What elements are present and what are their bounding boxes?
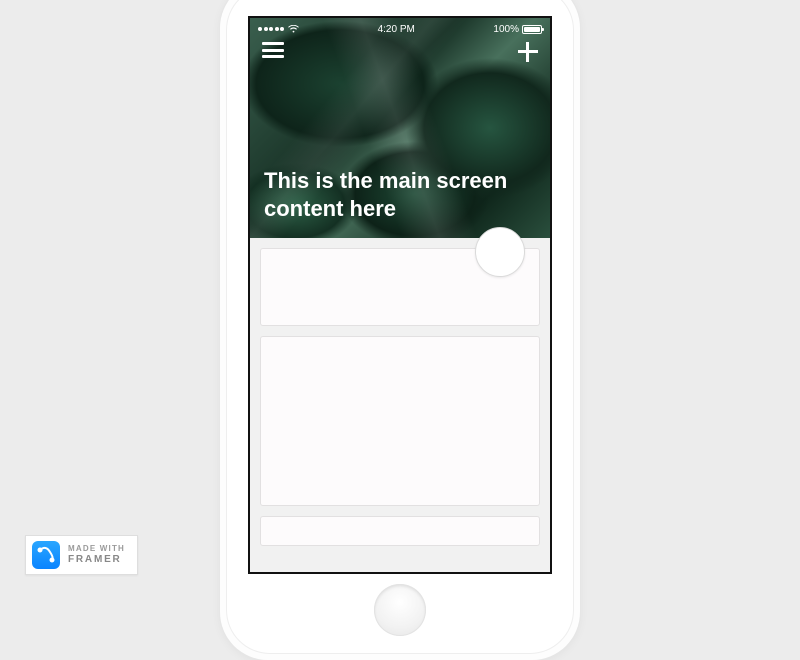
- status-time: 4:20 PM: [378, 24, 415, 35]
- framer-badge[interactable]: MADE WITH FRAMER: [25, 535, 138, 575]
- card[interactable]: [260, 248, 540, 326]
- battery-percent: 100%: [493, 24, 519, 35]
- badge-line2: FRAMER: [68, 554, 125, 565]
- badge-line1: MADE WITH: [68, 545, 125, 554]
- framer-logo-icon: [32, 541, 60, 569]
- phone-frame: 4:20 PM 100% This is the main screen con…: [220, 0, 580, 660]
- home-button[interactable]: [374, 584, 426, 636]
- badge-text: MADE WITH FRAMER: [68, 545, 125, 565]
- wifi-icon: [288, 25, 299, 33]
- fab-button[interactable]: [475, 227, 525, 277]
- status-battery: 100%: [493, 24, 542, 35]
- signal-dots-icon: [258, 27, 284, 31]
- menu-icon[interactable]: [262, 42, 284, 58]
- page-title: This is the main screen content here: [264, 167, 536, 222]
- battery-icon: [522, 25, 542, 34]
- header-hero: This is the main screen content here: [250, 18, 550, 238]
- add-icon[interactable]: [518, 42, 538, 62]
- nav-bar: [250, 42, 550, 62]
- card[interactable]: [260, 516, 540, 546]
- screen: 4:20 PM 100% This is the main screen con…: [248, 16, 552, 574]
- status-left: [258, 25, 299, 33]
- status-bar: 4:20 PM 100%: [250, 18, 550, 40]
- content-list: [250, 238, 550, 556]
- phone-bezel: 4:20 PM 100% This is the main screen con…: [226, 0, 574, 654]
- card[interactable]: [260, 336, 540, 506]
